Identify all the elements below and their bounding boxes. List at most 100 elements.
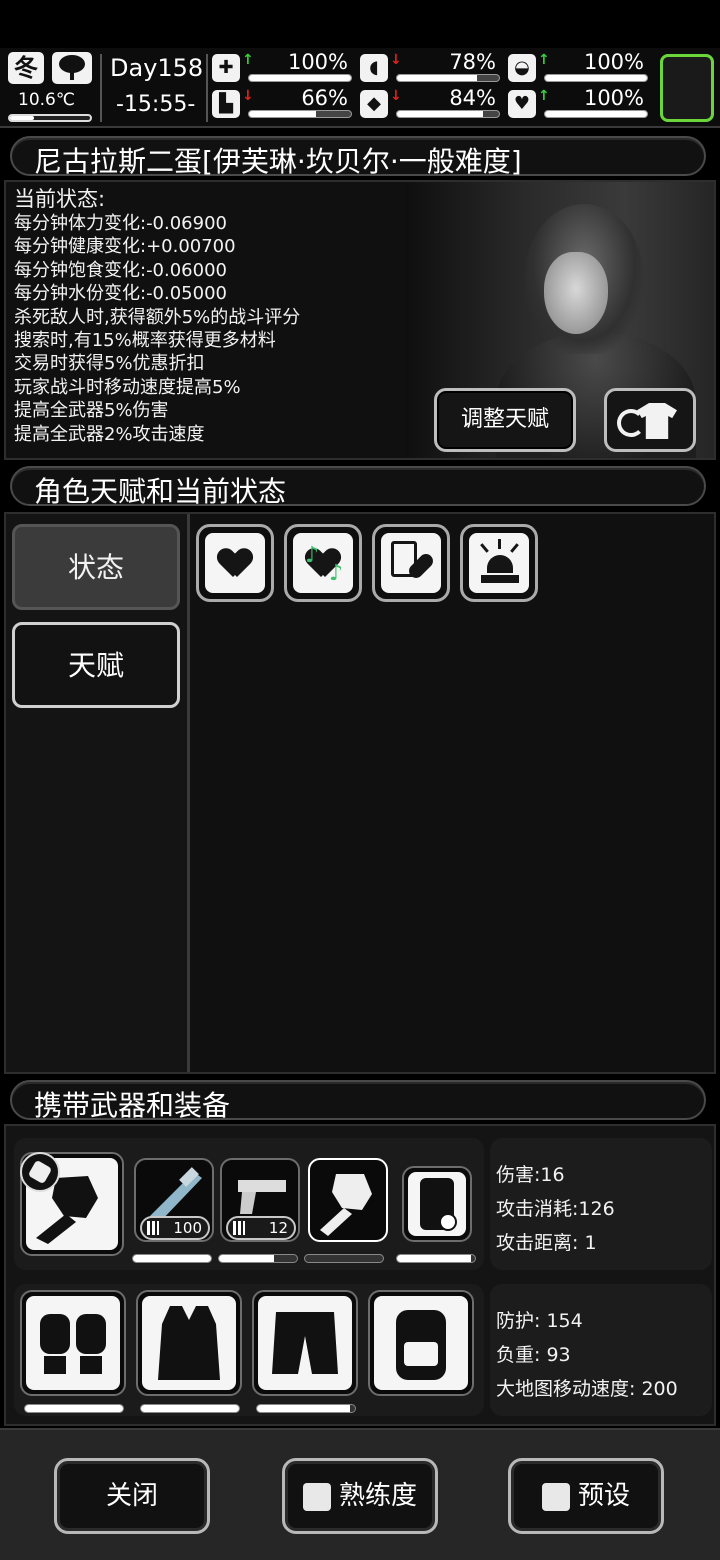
stomach-icon: ◖ (360, 54, 388, 82)
gear-info-panel: 防护: 154 负重: 93 大地图移动速度: 200 (490, 1284, 712, 1416)
stat-value: 100% (287, 50, 348, 74)
status-header: 当前状态: (14, 187, 106, 211)
tab-column: 状态 天赋 (6, 514, 190, 1072)
tab-status[interactable]: 状态 (12, 524, 180, 610)
weapon-slot-pistol[interactable]: 12 (220, 1158, 300, 1242)
trend-up-icon: ↑ (538, 88, 550, 104)
trend-down-icon: ↓ (390, 88, 402, 104)
game-clock: -15:55- (116, 92, 196, 117)
stat-value: 78% (449, 50, 496, 74)
status-line: 提高全武器2%攻击速度 (14, 423, 205, 445)
status-line: 玩家战斗时移动速度提高5% (14, 376, 241, 398)
protection-text: 防护: 154 (496, 1310, 583, 1332)
talents-section-title: 角色天赋和当前状态 (34, 475, 287, 508)
temperature-text: 10.6℃ (18, 90, 75, 110)
status-line: 杀死敌人时,获得额外5%的战斗评分 (14, 306, 301, 328)
talent-status-area: 状态 天赋 ♪ ♪ (4, 512, 716, 1074)
head-icon: ◒ (508, 54, 536, 82)
knee-pads-durability-bar (24, 1404, 124, 1413)
fist-durability-bar (304, 1254, 384, 1263)
weapon-slot-device[interactable] (402, 1166, 472, 1242)
close-button[interactable]: 关闭 (54, 1458, 210, 1534)
top-status-bar: 冬 10.6℃ Day158 -15:55- ✚ ↑ 100% ◖ ↓ 78% ◒ ↑ 100%… (0, 48, 720, 128)
heart-icon: ♥ (508, 90, 536, 118)
season-badge: 冬 (8, 52, 44, 84)
talents-section-bar: 角色天赋和当前状态 (10, 466, 706, 508)
rifle-ammo-count: 100 (140, 1216, 210, 1240)
proficiency-label: 熟练度 (338, 1481, 417, 1511)
gear-slots-panel (14, 1284, 484, 1416)
swap-icon (20, 1152, 60, 1192)
trend-up-icon: ↑ (538, 52, 550, 68)
stat-bar (248, 110, 352, 118)
gear-slot-backpack[interactable] (368, 1290, 474, 1396)
heart-status-icon[interactable] (196, 524, 274, 602)
water-drop-stat: ◆ ↓ 84% (360, 86, 500, 120)
carry-weight-text: 负重: 93 (496, 1344, 571, 1366)
gear-slot-pants[interactable] (252, 1290, 358, 1396)
preset-icon (541, 1482, 570, 1511)
proficiency-icon (302, 1482, 331, 1511)
water-drop-icon: ◆ (360, 90, 388, 118)
day-counter: Day158 (110, 54, 204, 82)
weather-icon (52, 52, 92, 84)
change-outfit-button[interactable] (604, 388, 696, 452)
boot-stat: ▙ ↓ 66% (212, 86, 352, 120)
stat-bar (396, 110, 500, 118)
pants-durability-bar (256, 1404, 356, 1413)
music-heart-icon[interactable]: ♪ ♪ (284, 524, 362, 602)
equipment-area: 100 12 伤害:16 攻击消耗:126 攻击距离: 1 防护: 154 负重… (4, 1124, 716, 1426)
trend-down-icon: ↓ (390, 52, 402, 68)
preset-label: 预设 (577, 1481, 630, 1511)
stat-value: 84% (449, 86, 496, 110)
stat-bar (544, 74, 648, 82)
weapon-info-panel: 伤害:16 攻击消耗:126 攻击距离: 1 (490, 1138, 712, 1270)
close-label: 关闭 (105, 1481, 158, 1511)
stat-value: 100% (583, 50, 644, 74)
damage-text: 伤害:16 (496, 1164, 565, 1186)
stat-value: 66% (301, 86, 348, 110)
attack-range-text: 攻击距离: 1 (496, 1232, 597, 1254)
divider (100, 54, 102, 122)
health-kit-stat: ✚ ↑ 100% (212, 50, 352, 84)
equipment-section-title: 携带武器和装备 (34, 1089, 231, 1122)
stat-bar (544, 110, 648, 118)
weapon-slot-rifle[interactable]: 100 (134, 1158, 214, 1242)
vest-durability-bar (140, 1404, 240, 1413)
proficiency-button[interactable]: 熟练度 (282, 1458, 438, 1534)
preset-button[interactable]: 预设 (508, 1458, 664, 1534)
weapon-slot-fist[interactable] (20, 1152, 124, 1256)
character-name-bar: 尼古拉斯二蛋[伊芙琳·坎贝尔·一般难度] (10, 136, 706, 178)
health-kit-icon: ✚ (212, 54, 240, 82)
status-line: 提高全武器5%伤害 (14, 400, 169, 422)
character-title: 尼古拉斯二蛋[伊芙琳·坎贝尔·一般难度] (34, 145, 522, 178)
stat-bar (248, 74, 352, 82)
status-line: 每分钟饱食变化:-0.06000 (14, 259, 227, 281)
alarm-siren-icon[interactable] (460, 524, 538, 602)
status-line: 每分钟健康变化:+0.00700 (14, 236, 236, 258)
map-button[interactable] (660, 54, 714, 122)
status-line: 交易时获得5%优惠折扣 (14, 353, 205, 375)
pistol-durability-bar (218, 1254, 298, 1263)
gear-slot-vest[interactable] (136, 1290, 242, 1396)
adjust-talent-button[interactable]: 调整天赋 (434, 388, 576, 452)
trend-down-icon: ↓ (242, 88, 254, 104)
rifle-durability-bar (132, 1254, 212, 1263)
pistol-ammo-count: 12 (226, 1216, 296, 1240)
character-status-panel: 当前状态: 每分钟体力变化:-0.06900 每分钟健康变化:+0.00700 每分… (4, 180, 716, 460)
status-line: 每分钟水份变化:-0.05000 (14, 283, 227, 305)
temperature-bar (8, 114, 92, 122)
divider (206, 54, 208, 122)
head-stat: ◒ ↑ 100% (508, 50, 648, 84)
stat-value: 100% (583, 86, 644, 110)
map-speed-text: 大地图移动速度: 200 (496, 1378, 678, 1400)
stat-bar (396, 74, 500, 82)
attack-cost-text: 攻击消耗:126 (496, 1198, 615, 1220)
footer-bar: 关闭 熟练度 预设 (0, 1428, 720, 1560)
medicine-clipboard-icon[interactable] (372, 524, 450, 602)
weapon-slot-fist-selected[interactable] (308, 1158, 388, 1242)
tab-talent[interactable]: 天赋 (12, 622, 180, 708)
trend-up-icon: ↑ (242, 52, 254, 68)
device-durability-bar (396, 1254, 476, 1263)
gear-slot-knee-pads[interactable] (20, 1290, 126, 1396)
